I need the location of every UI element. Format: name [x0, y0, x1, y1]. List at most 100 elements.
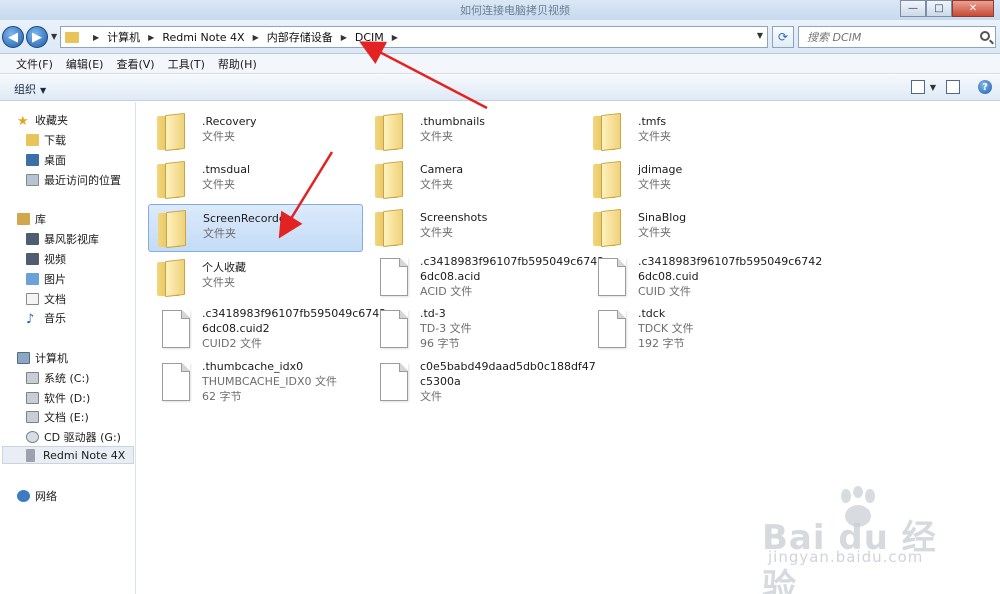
sidebar-section-computer[interactable]: 计算机 [17, 350, 68, 366]
breadcrumb-computer[interactable]: 计算机 [107, 29, 140, 45]
breadcrumb-storage[interactable]: 内部存储设备 [267, 29, 333, 45]
menu-file[interactable]: 文件(F) [16, 56, 53, 72]
folder-icon [157, 258, 189, 298]
sidebar-section-network[interactable]: 网络 [17, 488, 57, 504]
computer-icon [17, 352, 30, 364]
hard-drive-icon [26, 392, 39, 404]
back-button[interactable]: ◀ [2, 26, 24, 48]
menu-tools[interactable]: 工具(T) [168, 56, 205, 72]
item-name: .c3418983f96107fb595049c6742 6dc08.acid [420, 255, 605, 283]
close-button[interactable]: ✕ [952, 0, 994, 17]
preview-pane-icon[interactable] [946, 80, 960, 94]
sidebar-item-baofeng[interactable]: 暴风影视库 [26, 231, 99, 247]
item-name: .tmsdual [202, 163, 251, 176]
breadcrumb-dcim[interactable]: DCIM [355, 31, 384, 44]
chevron-down-icon: ▼ [40, 86, 47, 95]
file-item[interactable]: .c3418983f96107fb595049c6742 6dc08.cuid C… [584, 254, 822, 302]
recent-pages-chevron-icon[interactable]: ▼ [51, 32, 57, 41]
sidebar-section-favorites[interactable]: ★ 收藏夹 [17, 112, 68, 129]
address-bar[interactable]: ▶ 计算机 ▶ Redmi Note 4X ▶ 内部存储设备 ▶ DCIM ▶ … [60, 26, 768, 48]
file-item[interactable]: .c3418983f96107fb595049c6742 6dc08.acid A… [366, 254, 604, 302]
organize-button[interactable]: 组织 ▼ [14, 81, 46, 97]
file-item[interactable]: .c3418983f96107fb595049c6742 6dc08.cuid2… [148, 306, 386, 354]
item-type: CUID 文件 [638, 285, 691, 298]
search-input[interactable] [807, 30, 977, 44]
arrow-right-icon: ▶ [32, 29, 42, 45]
folder-item[interactable]: SinaBlog 文件夹 [584, 204, 798, 252]
item-name: Screenshots [420, 211, 488, 224]
chevron-right-icon[interactable]: ▶ [341, 33, 347, 42]
item-type: 文件夹 [638, 226, 671, 239]
hard-drive-icon [26, 411, 39, 423]
sidebar-item-redmi[interactable]: Redmi Note 4X [2, 446, 134, 464]
maximize-button[interactable]: □ [926, 0, 952, 17]
address-row: ◀ ▶ ▼ ▶ 计算机 ▶ Redmi Note 4X ▶ 内部存储设备 ▶ D… [0, 20, 1000, 54]
item-name: .c3418983f96107fb595049c6742 6dc08.cuid2 [202, 307, 387, 335]
folder-item[interactable]: .tmsdual 文件夹 [148, 156, 362, 204]
system-drive-icon [26, 372, 39, 384]
folder-item[interactable]: .tmfs 文件夹 [584, 108, 798, 156]
address-history-chevron-icon[interactable]: ▼ [757, 31, 763, 40]
file-icon [162, 310, 190, 348]
folder-item[interactable]: jdimage 文件夹 [584, 156, 798, 204]
file-item[interactable]: .td-3 TD-3 文件 96 字节 [366, 306, 580, 354]
sidebar-item-label: 文档 [44, 293, 66, 306]
item-size: 62 字节 [202, 390, 242, 403]
sidebar-section-libraries[interactable]: 库 [17, 211, 46, 227]
sidebar-item-label: 软件 (D:) [44, 392, 91, 405]
library-icon [17, 213, 30, 225]
forward-button[interactable]: ▶ [26, 26, 48, 48]
folder-item-selected[interactable]: ScreenRecorder 文件夹 [148, 204, 363, 252]
media-library-icon [26, 233, 39, 245]
sidebar-item-label: 暴风影视库 [44, 233, 99, 246]
chevron-right-icon[interactable]: ▶ [93, 33, 99, 42]
sidebar-item-music[interactable]: ♪ 音乐 [26, 310, 66, 327]
sidebar-item-pictures[interactable]: 图片 [26, 271, 66, 287]
chevron-right-icon[interactable]: ▶ [253, 33, 259, 42]
search-icon[interactable] [980, 31, 990, 41]
search-box[interactable] [798, 26, 996, 48]
arrow-left-icon: ◀ [8, 29, 18, 45]
title-bar: 如何连接电脑拷贝视频 — □ ✕ [0, 0, 1000, 20]
watermark-url: jingyan.baidu.com [768, 548, 924, 566]
recent-places-icon [26, 174, 39, 186]
sidebar-item-desktop[interactable]: 桌面 [26, 152, 66, 168]
chevron-right-icon[interactable]: ▶ [392, 33, 398, 42]
item-name: .tdck [638, 307, 666, 320]
sidebar-item-documents[interactable]: 文档 [26, 291, 66, 307]
picture-icon [26, 273, 39, 285]
sidebar-item-drive-e[interactable]: 文档 (E:) [26, 409, 89, 425]
organize-label: 组织 [14, 83, 36, 96]
folder-item[interactable]: 个人收藏 文件夹 [148, 254, 362, 302]
sidebar-item-drive-d[interactable]: 软件 (D:) [26, 390, 90, 406]
file-item[interactable]: c0e5babd49daad5db0c188df47 c5300a 文件 [366, 359, 596, 407]
menu-help[interactable]: 帮助(H) [218, 56, 257, 72]
chevron-right-icon[interactable]: ▶ [148, 33, 154, 42]
chevron-down-icon[interactable]: ▼ [930, 83, 936, 92]
file-item[interactable]: .tdck TDCK 文件 192 字节 [584, 306, 798, 354]
file-item[interactable]: .thumbcache_idx0 THUMBCACHE_IDX0 文件 62 字节 [148, 359, 362, 407]
help-icon[interactable]: ? [978, 80, 992, 94]
sidebar-item-label: 下载 [44, 134, 66, 147]
minimize-button[interactable]: — [900, 0, 926, 17]
sidebar-item-videos[interactable]: 视频 [26, 251, 66, 267]
sidebar-item-drive-g[interactable]: CD 驱动器 (G:) [26, 429, 121, 445]
folder-item[interactable]: Camera 文件夹 [366, 156, 580, 204]
folder-item[interactable]: .thumbnails 文件夹 [366, 108, 580, 156]
sidebar-item-recent[interactable]: 最近访问的位置 [26, 172, 121, 188]
folder-icon [593, 208, 625, 248]
refresh-button[interactable]: ⟳ [772, 26, 794, 48]
item-type: ACID 文件 [420, 285, 473, 298]
item-name: .td-3 [420, 307, 446, 320]
menu-edit[interactable]: 编辑(E) [66, 56, 104, 72]
menu-view[interactable]: 查看(V) [116, 56, 154, 72]
folder-item[interactable]: Screenshots 文件夹 [366, 204, 580, 252]
sidebar-item-drive-c[interactable]: 系统 (C:) [26, 370, 89, 386]
music-note-icon: ♪ [26, 312, 35, 327]
folder-item[interactable]: .Recovery 文件夹 [148, 108, 362, 156]
breadcrumb-device[interactable]: Redmi Note 4X [162, 31, 244, 44]
view-mode-icon[interactable] [910, 80, 925, 94]
item-type: 文件 [420, 390, 442, 403]
sidebar-item-downloads[interactable]: 下载 [26, 132, 66, 148]
sidebar-section-label: 收藏夹 [35, 114, 68, 127]
